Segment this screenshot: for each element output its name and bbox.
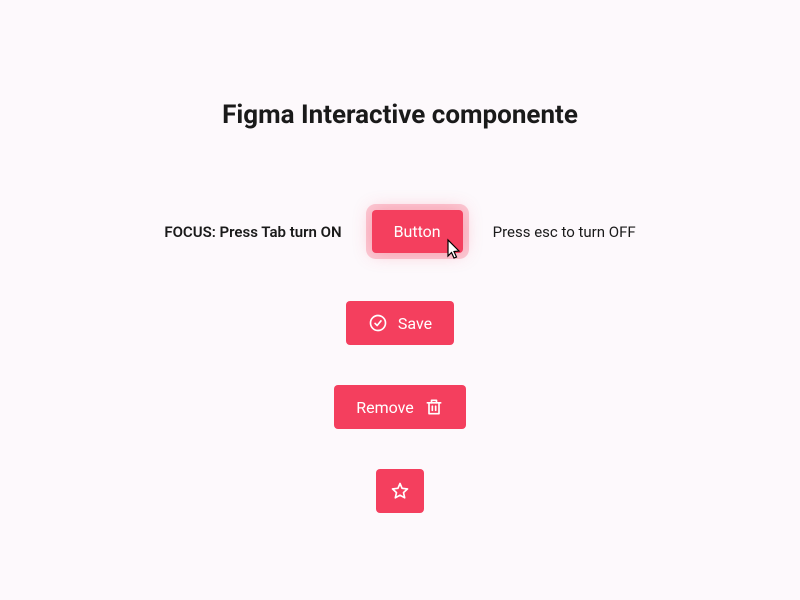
save-button-label: Save — [398, 314, 432, 333]
trash-icon — [424, 397, 444, 417]
demo-button[interactable]: Button — [372, 210, 463, 253]
page-title: Figma Interactive componente — [222, 100, 578, 130]
remove-button-label: Remove — [356, 398, 414, 417]
pointer-cursor-icon — [442, 238, 462, 262]
star-icon — [390, 481, 410, 501]
focus-hint-left: FOCUS: Press Tab turn ON — [164, 223, 341, 241]
remove-button[interactable]: Remove — [334, 385, 466, 429]
focus-row: FOCUS: Press Tab turn ON Button Press es… — [164, 210, 635, 253]
button-stack: Save Remove — [334, 301, 466, 513]
star-button[interactable] — [376, 469, 424, 513]
save-button[interactable]: Save — [346, 301, 454, 345]
check-circle-icon — [368, 313, 388, 333]
focus-hint-right: Press esc to turn OFF — [493, 223, 636, 241]
demo-button-label: Button — [394, 222, 441, 241]
